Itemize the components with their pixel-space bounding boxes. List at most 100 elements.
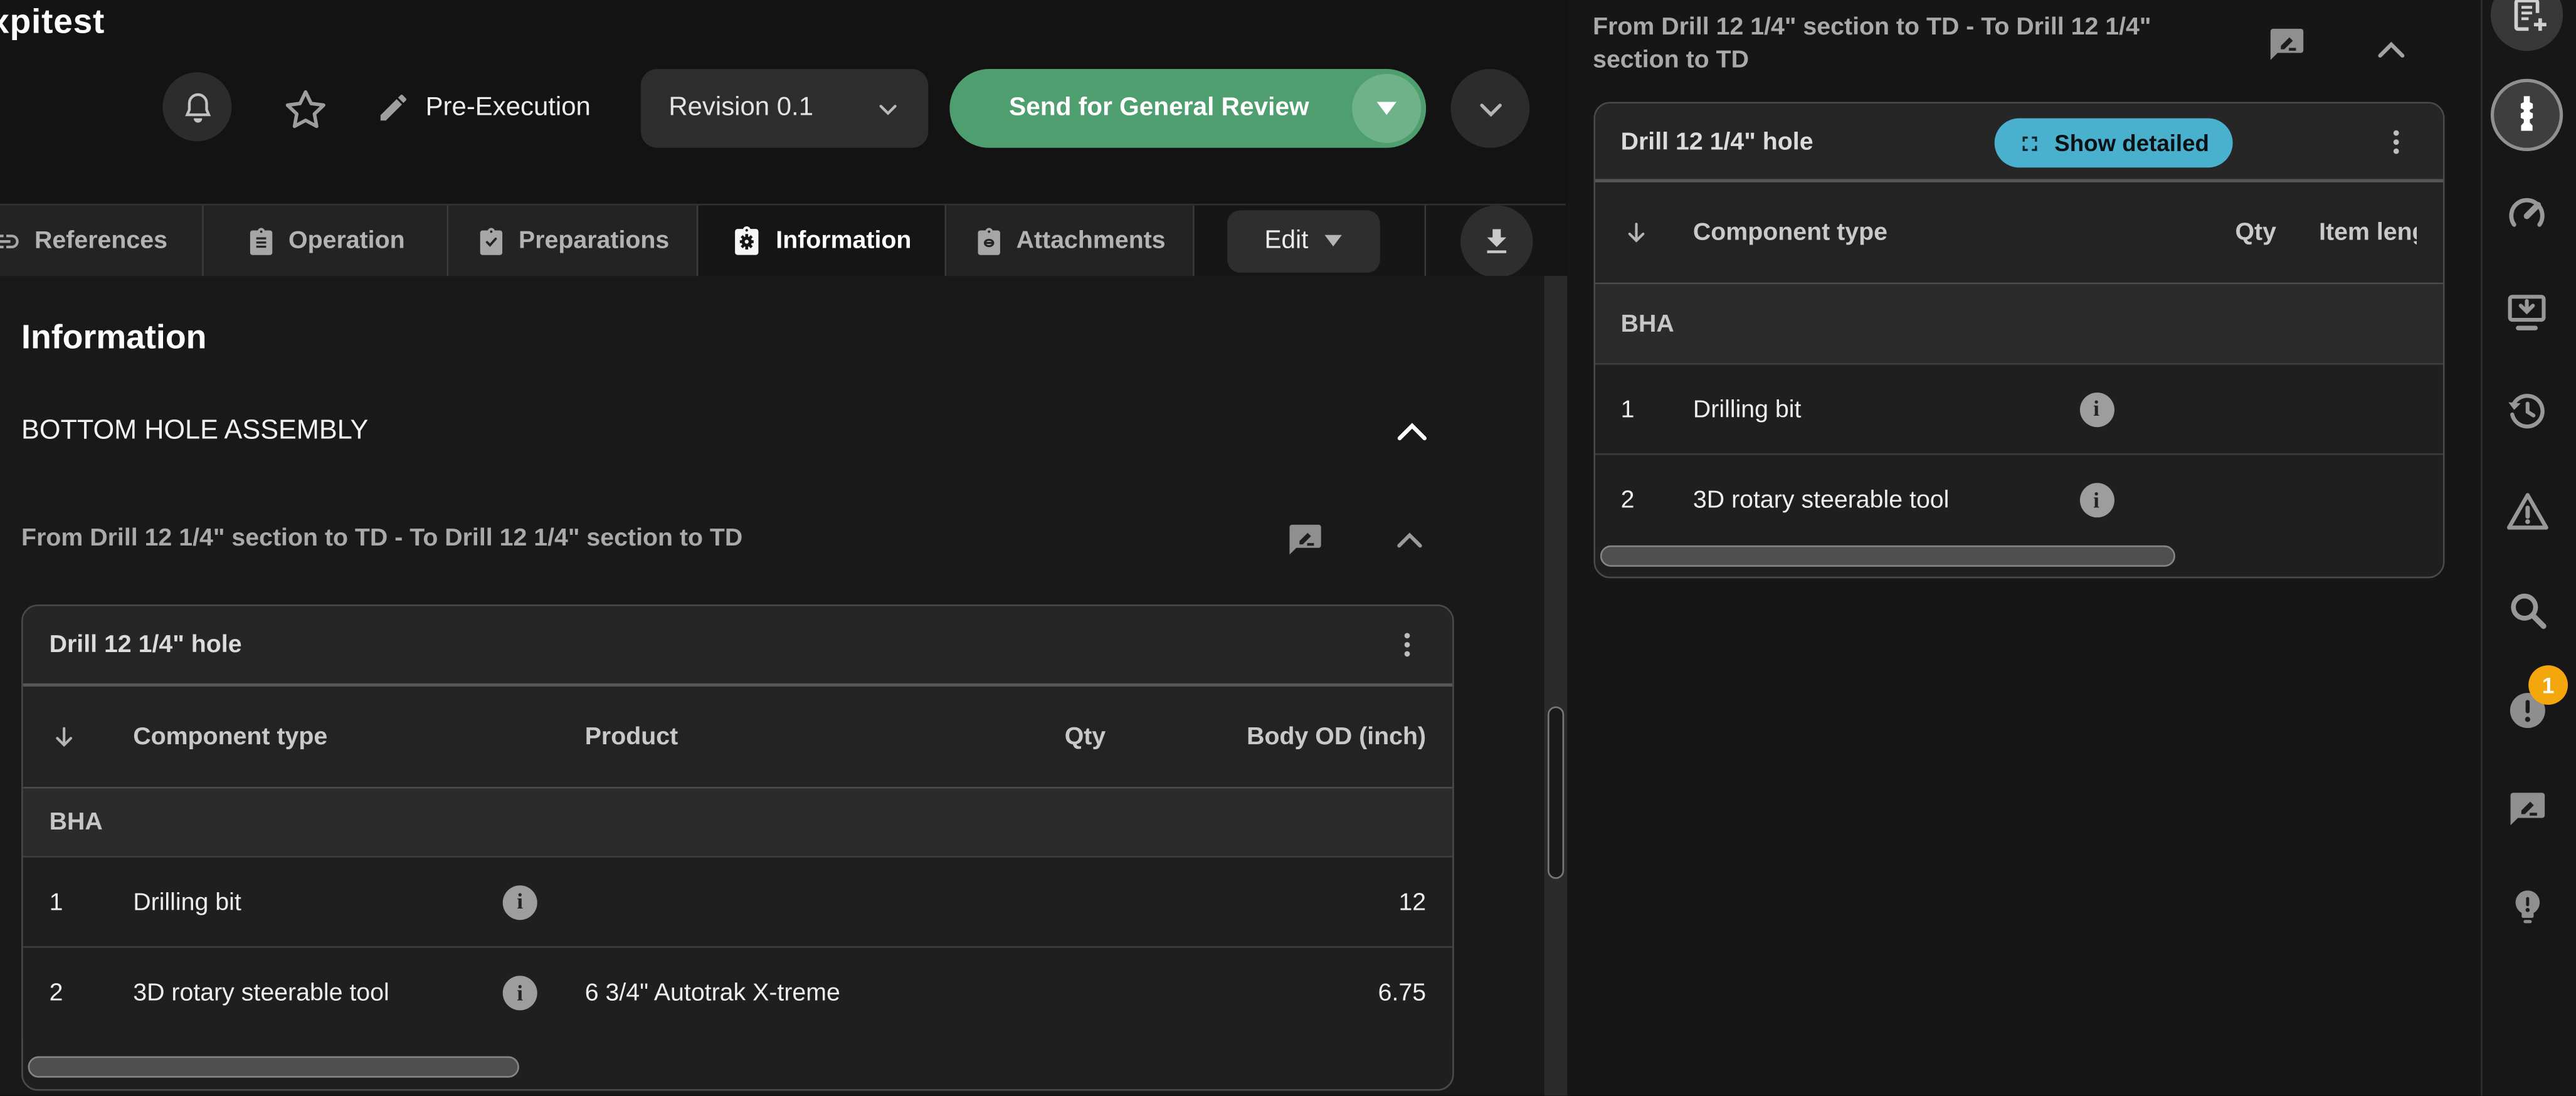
show-detailed-button[interactable]: Show detailed bbox=[1993, 119, 2232, 168]
gauge-icon bbox=[2504, 191, 2550, 236]
info-icon[interactable]: i bbox=[503, 885, 537, 919]
row-index: 1 bbox=[50, 888, 134, 916]
screen-download-icon bbox=[2504, 289, 2550, 335]
edit-segment: Edit bbox=[1195, 206, 1426, 278]
edit-label: Edit bbox=[1264, 226, 1308, 255]
expand-icon bbox=[2017, 130, 2041, 155]
tab-label: References bbox=[34, 227, 167, 255]
report-add-icon bbox=[2505, 0, 2548, 36]
bell-icon bbox=[180, 90, 214, 124]
stage-indicator: Pre-Execution bbox=[376, 90, 591, 125]
send-for-review-label: Send for General Review bbox=[949, 93, 1352, 123]
card-title: Drill 12 1/4" hole bbox=[50, 631, 1387, 659]
comment-edit-icon bbox=[1285, 520, 1323, 557]
kebab-menu-icon bbox=[1391, 629, 1422, 660]
subsection-comment-button[interactable] bbox=[1282, 516, 1328, 562]
revision-label: Revision 0.1 bbox=[668, 93, 813, 123]
collapse-panel-button[interactable] bbox=[2370, 29, 2412, 69]
collapse-section-button[interactable] bbox=[1390, 411, 1433, 453]
revision-dropdown[interactable]: Revision 0.1 bbox=[641, 69, 929, 148]
sidebar-search-button[interactable] bbox=[2494, 577, 2560, 643]
download-icon bbox=[1481, 224, 1513, 257]
search-icon bbox=[2505, 588, 2549, 632]
clipboard-check-icon bbox=[476, 226, 505, 255]
bha-side-panel: From Drill 12 1/4" section to TD - To Dr… bbox=[1566, 0, 2481, 1096]
info-icon[interactable]: i bbox=[503, 976, 537, 1010]
column-header-component-type: Component type bbox=[133, 723, 503, 751]
tab-operation[interactable]: Operation bbox=[204, 206, 448, 278]
column-header-body-od: Body OD (inch) bbox=[1106, 723, 1426, 751]
column-header-component-type: Component type bbox=[1693, 218, 2079, 246]
sidebar-tips-button[interactable] bbox=[2494, 874, 2560, 940]
bha-table-card: Drill 12 1/4" hole Component type Produc… bbox=[21, 604, 1454, 1091]
sidebar-report-add-button[interactable] bbox=[2491, 0, 2563, 51]
caret-down-icon bbox=[1377, 102, 1396, 115]
vertical-scrollbar-thumb[interactable] bbox=[1547, 707, 1563, 879]
sidebar-gauge-button[interactable] bbox=[2494, 181, 2560, 246]
card-menu-button[interactable] bbox=[2377, 122, 2416, 161]
page-title: Information bbox=[21, 319, 206, 358]
clipboard-paperclip-icon bbox=[974, 226, 1003, 255]
collapse-header-button[interactable] bbox=[1450, 69, 1529, 148]
sort-descending-icon[interactable] bbox=[1621, 218, 1693, 247]
component-type-cell: Drilling bit bbox=[1693, 395, 2079, 423]
send-dropdown-caret[interactable] bbox=[1352, 74, 1421, 143]
subsection-title: From Drill 12 1/4" section to TD - To Dr… bbox=[21, 524, 1171, 552]
table-group-row: BHA bbox=[1595, 284, 2442, 364]
sidebar-history-button[interactable] bbox=[2494, 378, 2560, 444]
lightbulb-alert-icon bbox=[2506, 886, 2548, 927]
chevron-up-icon bbox=[1396, 422, 1427, 441]
vertical-scrollbar[interactable] bbox=[1544, 276, 1566, 1096]
warning-icon bbox=[2503, 487, 2551, 535]
component-type-cell: 3D rotary steerable tool bbox=[1693, 487, 2079, 515]
app-root: xpitest Pre-Execution bbox=[0, 0, 2576, 1096]
info-icon[interactable]: i bbox=[2079, 483, 2114, 517]
tool-sidebar: 1 bbox=[2481, 0, 2576, 1096]
card-menu-button[interactable] bbox=[1386, 625, 1426, 665]
favorite-button[interactable] bbox=[278, 82, 332, 136]
pencil-icon bbox=[376, 90, 411, 125]
row-index: 1 bbox=[1621, 395, 1693, 423]
tab-references[interactable]: References bbox=[0, 206, 204, 278]
star-icon bbox=[280, 85, 330, 134]
group-label: BHA bbox=[50, 808, 585, 836]
table-row[interactable]: 1 Drilling bit i 12 bbox=[23, 858, 1452, 948]
sort-descending-icon[interactable] bbox=[50, 722, 134, 751]
edit-button[interactable]: Edit bbox=[1227, 209, 1380, 272]
row-index: 2 bbox=[1621, 487, 1693, 515]
sidebar-screen-download-button[interactable] bbox=[2494, 279, 2560, 345]
horizontal-scrollbar[interactable] bbox=[28, 1056, 1448, 1080]
link-icon bbox=[0, 224, 21, 257]
component-type-cell: Drilling bit bbox=[133, 888, 503, 916]
sidebar-bha-tool-button[interactable] bbox=[2491, 79, 2563, 151]
panel-title: From Drill 12 1/4" section to TD - To Dr… bbox=[1593, 11, 2244, 77]
tab-label: Attachments bbox=[1016, 227, 1166, 255]
table-row[interactable]: 1 Drilling bit i bbox=[1595, 365, 2442, 455]
tab-label: Information bbox=[776, 227, 911, 255]
panel-comment-button[interactable] bbox=[2263, 21, 2309, 67]
send-for-review-button[interactable]: Send for General Review bbox=[949, 69, 1426, 148]
horizontal-scrollbar-thumb[interactable] bbox=[28, 1056, 519, 1078]
caret-down-icon bbox=[1325, 235, 1343, 246]
download-segment bbox=[1426, 206, 1566, 278]
tab-preparations[interactable]: Preparations bbox=[448, 206, 698, 278]
group-label: BHA bbox=[1621, 310, 2079, 338]
table-row[interactable]: 2 3D rotary steerable tool i 6 3/4" Auto… bbox=[23, 948, 1452, 1038]
card-header: Drill 12 1/4" hole bbox=[23, 606, 1452, 687]
download-button[interactable] bbox=[1460, 204, 1533, 277]
sidebar-comments-button[interactable] bbox=[2494, 776, 2560, 841]
product-cell: 6 3/4" Autotrak X-treme bbox=[585, 979, 930, 1008]
tab-attachments[interactable]: Attachments bbox=[946, 206, 1195, 278]
sidebar-warnings-button[interactable] bbox=[2494, 478, 2560, 544]
body-od-cell: 6.75 bbox=[1106, 979, 1426, 1008]
horizontal-scrollbar[interactable] bbox=[1600, 545, 2437, 569]
section-title: BOTTOM HOLE ASSEMBLY bbox=[21, 416, 368, 447]
show-detailed-label: Show detailed bbox=[2054, 130, 2209, 156]
table-row[interactable]: 2 3D rotary steerable tool i bbox=[1595, 455, 2442, 545]
table-header-row: Component type Qty Item leng bbox=[1595, 182, 2442, 284]
horizontal-scrollbar-thumb[interactable] bbox=[1600, 545, 2175, 567]
collapse-subsection-button[interactable] bbox=[1390, 521, 1430, 561]
notifications-button[interactable] bbox=[162, 72, 231, 141]
tab-information[interactable]: Information bbox=[699, 206, 947, 278]
info-icon[interactable]: i bbox=[2079, 392, 2114, 426]
